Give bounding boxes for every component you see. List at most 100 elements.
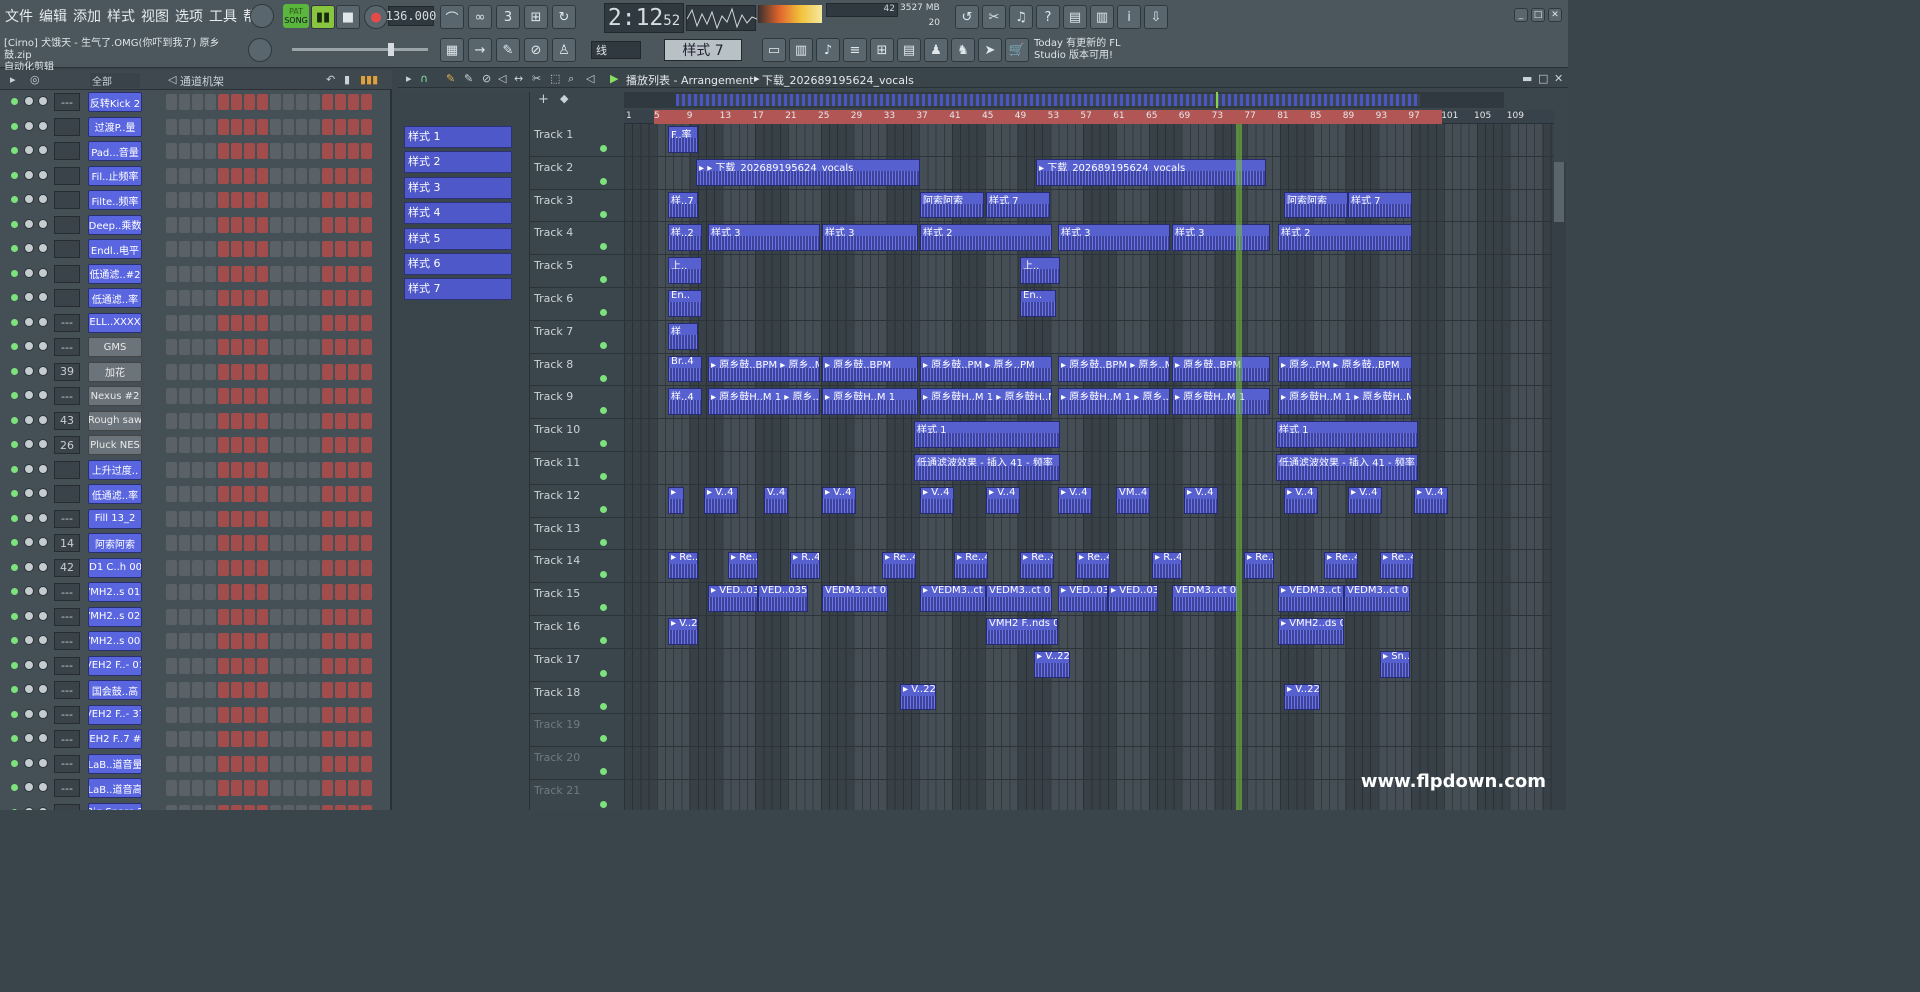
step-button[interactable] xyxy=(335,510,346,527)
step-button[interactable] xyxy=(296,363,307,380)
step-button[interactable] xyxy=(179,192,190,208)
step-button[interactable] xyxy=(205,731,216,747)
step-button[interactable] xyxy=(231,486,242,502)
step-button[interactable] xyxy=(192,143,203,159)
step-button[interactable] xyxy=(309,265,320,282)
step-button[interactable] xyxy=(348,118,359,135)
pattern-item[interactable]: 样式 3 xyxy=(404,176,512,199)
volume-knob[interactable] xyxy=(24,708,34,719)
step-button[interactable] xyxy=(192,608,203,625)
step-button[interactable] xyxy=(218,192,229,208)
volume-knob[interactable] xyxy=(24,586,34,596)
playlist-clip[interactable]: ▸ 原乡..PM ▸ 原乡鼓..BPM xyxy=(1278,355,1412,383)
volume-knob[interactable] xyxy=(24,782,34,792)
step-button[interactable] xyxy=(361,706,372,723)
step-button[interactable] xyxy=(270,265,281,282)
step-button[interactable] xyxy=(296,290,307,306)
step-button[interactable] xyxy=(244,143,255,159)
step-button[interactable] xyxy=(231,608,242,625)
plugin-picker-icon[interactable]: ♟ xyxy=(924,38,948,62)
step-button[interactable] xyxy=(192,339,203,355)
step-button[interactable] xyxy=(335,437,346,453)
step-button[interactable] xyxy=(179,388,190,404)
step-button[interactable] xyxy=(322,363,333,380)
undo-icon[interactable]: ↺ xyxy=(955,5,979,29)
step-button[interactable] xyxy=(179,633,190,649)
step-button[interactable] xyxy=(244,412,255,429)
step-button[interactable] xyxy=(205,94,216,110)
playlist-clip[interactable]: En.. xyxy=(668,290,702,317)
step-button[interactable] xyxy=(348,339,359,355)
wave-icon[interactable]: ◆ xyxy=(560,92,568,105)
close-icon[interactable]: ✕ xyxy=(1554,72,1563,85)
playlist-clip[interactable]: 样式 3 xyxy=(1058,224,1170,252)
step-button[interactable] xyxy=(348,510,359,527)
track-label[interactable]: Track 1 xyxy=(532,124,612,156)
channel-name-button[interactable]: 加花 xyxy=(88,361,142,382)
channel-row[interactable]: Pad...音量 xyxy=(0,139,392,164)
swing-icon[interactable]: ◎ xyxy=(30,73,40,86)
timeline-ruler[interactable]: 1 5 9 13 17 21 25 29 33 37 41 45 49 53 57 61 65 69 73 77 81 8… xyxy=(624,110,1554,124)
step-button[interactable] xyxy=(205,143,216,159)
step-button[interactable] xyxy=(166,657,177,674)
step-button[interactable] xyxy=(192,780,203,796)
volume-knob[interactable] xyxy=(24,463,34,474)
select-tool-icon[interactable]: ⬚ xyxy=(550,72,560,85)
step-button[interactable] xyxy=(309,143,320,159)
playback-tool-icon[interactable]: ◁ xyxy=(586,72,594,85)
pan-knob[interactable] xyxy=(38,390,48,400)
brush-icon[interactable]: ✎ xyxy=(496,38,520,62)
step-button[interactable] xyxy=(231,706,242,723)
step-button[interactable] xyxy=(192,167,203,184)
step-button[interactable] xyxy=(322,461,333,478)
step-button[interactable] xyxy=(322,388,333,404)
step-button[interactable] xyxy=(205,314,216,331)
step-button[interactable] xyxy=(205,584,216,600)
step-button[interactable] xyxy=(322,780,333,796)
step-button[interactable] xyxy=(283,388,294,404)
channel-mute-led[interactable] xyxy=(11,514,18,522)
playlist-clip[interactable]: ▸ ▸ 下载_202689195624_vocals xyxy=(696,158,920,186)
volume-knob[interactable] xyxy=(24,488,34,498)
step-button[interactable] xyxy=(270,510,281,527)
step-button[interactable] xyxy=(322,143,333,159)
arrow-icon[interactable]: ▸ xyxy=(406,72,412,85)
channel-name-button[interactable]: VMH2..s 015 xyxy=(88,582,142,602)
step-button[interactable] xyxy=(283,265,294,282)
channel-mute-led[interactable] xyxy=(11,318,18,326)
step-button[interactable] xyxy=(361,584,372,600)
step-button[interactable] xyxy=(166,290,177,306)
step-button[interactable] xyxy=(270,780,281,796)
step-button[interactable] xyxy=(348,167,359,184)
step-button[interactable] xyxy=(166,437,177,453)
step-button[interactable] xyxy=(309,363,320,380)
step-button[interactable] xyxy=(205,118,216,135)
step-button[interactable] xyxy=(166,804,177,810)
channel-mute-led[interactable] xyxy=(11,171,18,179)
volume-knob[interactable] xyxy=(24,194,34,204)
track-label[interactable]: Track 20 xyxy=(532,747,612,779)
step-button[interactable] xyxy=(244,535,255,551)
step-button[interactable] xyxy=(244,755,255,772)
step-button[interactable] xyxy=(296,192,307,208)
step-button[interactable] xyxy=(270,143,281,159)
channel-row[interactable]: --- 国会鼓..高 xyxy=(0,678,392,703)
step-button[interactable] xyxy=(218,633,229,649)
track-label[interactable]: Track 17 xyxy=(532,649,612,681)
step-button[interactable] xyxy=(322,265,333,282)
channel-name-button[interactable]: HD1 C..h 001 xyxy=(88,557,142,578)
step-button[interactable] xyxy=(361,437,372,453)
step-button[interactable] xyxy=(205,192,216,208)
step-button[interactable] xyxy=(244,486,255,502)
step-button[interactable] xyxy=(335,192,346,208)
step-button[interactable] xyxy=(166,608,177,625)
channel-mute-led[interactable] xyxy=(11,490,18,497)
step-button[interactable] xyxy=(231,437,242,453)
mixer-track-number[interactable] xyxy=(54,289,80,307)
channel-row[interactable]: 39 加花 xyxy=(0,360,392,385)
track-label[interactable]: Track 15 xyxy=(532,583,612,615)
step-button[interactable] xyxy=(179,657,190,674)
mixer-track-number[interactable]: --- xyxy=(54,730,80,748)
step-button[interactable] xyxy=(166,755,177,772)
step-button[interactable] xyxy=(309,437,320,453)
